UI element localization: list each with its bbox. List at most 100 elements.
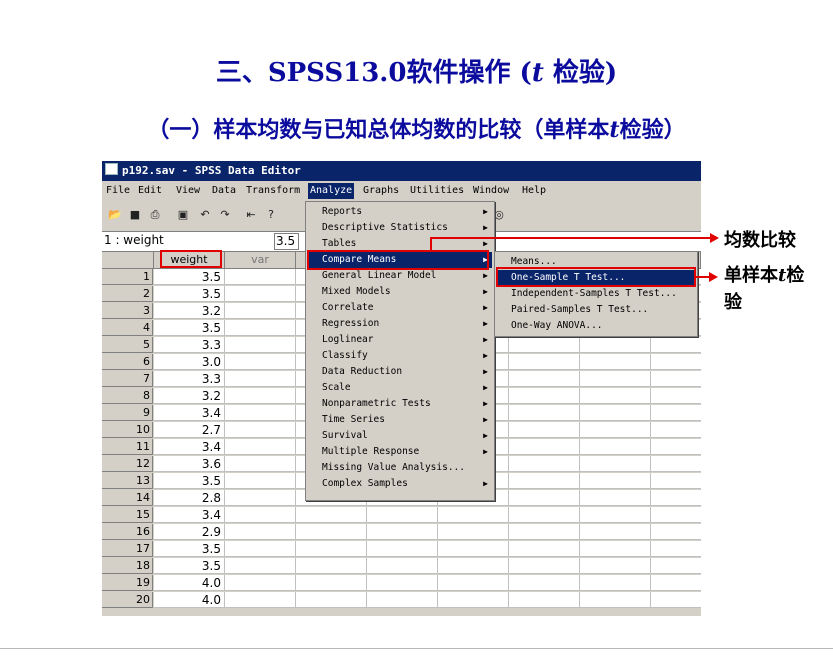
row-number[interactable]: 15 [102,507,153,523]
cell-empty[interactable] [225,439,296,455]
cell-empty[interactable] [296,541,367,557]
row-number[interactable]: 5 [102,337,153,353]
save-icon[interactable]: ■ [126,206,144,224]
cell-empty[interactable] [296,558,367,574]
cell-empty[interactable] [651,592,701,608]
cell-empty[interactable] [225,354,296,370]
cell-empty[interactable] [509,371,580,387]
cell-empty[interactable] [296,592,367,608]
cell-empty[interactable] [225,558,296,574]
cell-empty[interactable] [651,422,701,438]
menu-utilities[interactable]: Utilities [408,181,466,201]
cell-empty[interactable] [651,575,701,591]
menu-item-general-linear-model[interactable]: General Linear Model ▶ [308,268,492,284]
cell-empty[interactable] [651,371,701,387]
cell-empty[interactable] [651,337,701,353]
cell-empty[interactable] [225,456,296,472]
cell-weight[interactable]: 2.9 [154,524,225,540]
cell-empty[interactable] [580,507,651,523]
cell-empty[interactable] [509,388,580,404]
menu-item-classify[interactable]: Classify ▶ [308,348,492,364]
menu-window[interactable]: Window [471,181,511,201]
menu-item-missing-value-analysis[interactable]: Missing Value Analysis... [308,460,492,476]
cell-empty[interactable] [367,541,438,557]
cell-empty[interactable] [509,592,580,608]
menu-file[interactable]: File [104,181,132,201]
cell-empty[interactable] [509,524,580,540]
cell-empty[interactable] [296,507,367,523]
cell-weight[interactable]: 2.8 [154,490,225,506]
menu-item-one-way-anova[interactable]: One-Way ANOVA... [497,318,695,334]
cell-empty[interactable] [580,422,651,438]
menu-transform[interactable]: Transform [244,181,302,201]
cell-empty[interactable] [438,541,509,557]
cell-empty[interactable] [651,473,701,489]
menu-item-nonparametric-tests[interactable]: Nonparametric Tests ▶ [308,396,492,412]
row-number[interactable]: 4 [102,320,153,336]
cell-empty[interactable] [225,473,296,489]
row-number[interactable]: 11 [102,439,153,455]
variables-icon[interactable]: ? [262,206,280,224]
cell-value-input[interactable]: 3.5 [274,233,299,250]
row-number[interactable]: 14 [102,490,153,506]
cell-empty[interactable] [580,541,651,557]
goto-case-icon[interactable]: ⇤ [242,206,260,224]
row-number[interactable]: 18 [102,558,153,574]
row-number[interactable]: 2 [102,286,153,302]
row-number[interactable]: 19 [102,575,153,591]
cell-empty[interactable] [509,422,580,438]
cell-weight[interactable]: 3.5 [154,286,225,302]
cell-empty[interactable] [651,541,701,557]
cell-weight[interactable]: 3.5 [154,558,225,574]
cell-empty[interactable] [651,490,701,506]
menu-item-complex-samples[interactable]: Complex Samples ▶ [308,476,492,492]
cell-empty[interactable] [580,575,651,591]
cell-weight[interactable]: 3.0 [154,354,225,370]
cell-weight[interactable]: 4.0 [154,592,225,608]
menu-item-scale[interactable]: Scale ▶ [308,380,492,396]
cell-weight[interactable]: 3.5 [154,541,225,557]
cell-empty[interactable] [580,405,651,421]
cell-empty[interactable] [296,575,367,591]
cell-empty[interactable] [509,490,580,506]
menu-data[interactable]: Data [210,181,238,201]
menu-analyze[interactable]: Analyze [308,183,355,199]
row-number[interactable]: 6 [102,354,153,370]
cell-empty[interactable] [438,575,509,591]
cell-weight[interactable]: 3.3 [154,337,225,353]
cell-weight[interactable]: 3.5 [154,269,225,285]
menu-item-independent-samples-t-test[interactable]: Independent-Samples T Test... [497,286,695,302]
menu-graphs[interactable]: Graphs [361,181,401,201]
cell-empty[interactable] [580,354,651,370]
print-icon[interactable]: ⎙ [146,206,164,224]
cell-empty[interactable] [651,558,701,574]
cell-empty[interactable] [225,575,296,591]
cell-empty[interactable] [225,541,296,557]
cell-empty[interactable] [580,592,651,608]
menu-item-mixed-models[interactable]: Mixed Models ▶ [308,284,492,300]
cell-empty[interactable] [580,337,651,353]
cell-empty[interactable] [651,507,701,523]
cell-weight[interactable]: 3.4 [154,439,225,455]
cell-empty[interactable] [225,371,296,387]
cell-empty[interactable] [509,558,580,574]
cell-empty[interactable] [367,592,438,608]
menu-item-correlate[interactable]: Correlate ▶ [308,300,492,316]
cell-empty[interactable] [225,269,296,285]
menu-edit[interactable]: Edit [136,181,164,201]
undo-icon[interactable]: ↶ [196,206,214,224]
cell-empty[interactable] [509,507,580,523]
cell-empty[interactable] [580,473,651,489]
cell-empty[interactable] [225,337,296,353]
menu-item-reports[interactable]: Reports ▶ [308,204,492,220]
cell-empty[interactable] [438,507,509,523]
menu-item-multiple-response[interactable]: Multiple Response ▶ [308,444,492,460]
row-number[interactable]: 17 [102,541,153,557]
cell-empty[interactable] [509,354,580,370]
window-titlebar[interactable]: p192.sav - SPSS Data Editor [102,161,701,181]
cell-empty[interactable] [509,456,580,472]
cell-empty[interactable] [509,405,580,421]
cell-empty[interactable] [225,320,296,336]
cell-empty[interactable] [438,592,509,608]
menu-item-data-reduction[interactable]: Data Reduction ▶ [308,364,492,380]
